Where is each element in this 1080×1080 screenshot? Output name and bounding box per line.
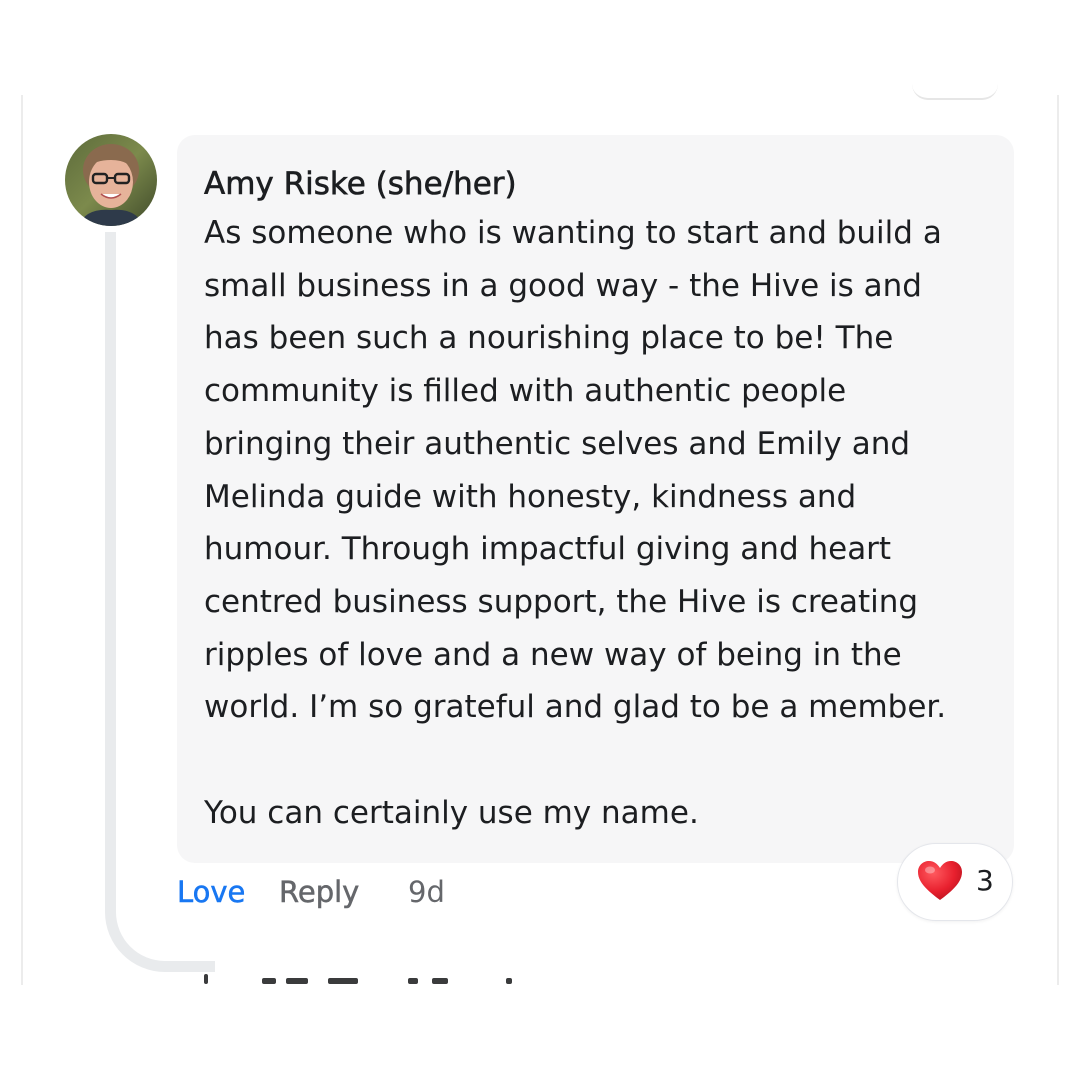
comment-bubble: Amy Riske (she/her) As someone who is wa… (177, 135, 1014, 863)
avatar[interactable] (65, 134, 157, 226)
comment-text-line: bringing their authentic selves and Emil… (204, 425, 911, 462)
reaction-summary-button[interactable]: 3 (897, 843, 1013, 921)
comment-text-line: Melinda guide with honesty, kindness and (204, 478, 857, 515)
comment-text-line: humour. Through impactful giving and hea… (204, 531, 892, 568)
profile-photo-icon (65, 134, 157, 226)
comment-text-line: ripples of love and a new way of being i… (204, 636, 902, 673)
reply-button[interactable]: Reply (279, 870, 360, 914)
comment-text-line: small business in a good way - the Hive … (204, 267, 922, 304)
love-button[interactable]: Love (177, 870, 246, 914)
comment-timestamp[interactable]: 9d (408, 870, 445, 914)
panel-right-border (1057, 95, 1059, 985)
panel-left-border (21, 95, 23, 985)
comment-text-line: community is filled with authentic peopl… (204, 373, 847, 410)
comment-author[interactable]: Amy Riske (she/her) (204, 161, 994, 207)
next-reply-preview-fragment (0, 968, 1080, 984)
reaction-count: 3 (976, 864, 994, 897)
comment-text-line: As someone who is wanting to start and b… (204, 215, 942, 251)
comment-text-line: has been such a nourishing place to be! … (204, 320, 894, 357)
comment-closing-line: You can certainly use my name. (204, 794, 699, 831)
previous-reaction-pill-fragment (912, 70, 998, 100)
comment-text-line: world. I’m so grateful and glad to be a … (204, 689, 947, 726)
comment-text-line: centred business support, the Hive is cr… (204, 583, 919, 620)
red-heart-icon (918, 861, 962, 900)
